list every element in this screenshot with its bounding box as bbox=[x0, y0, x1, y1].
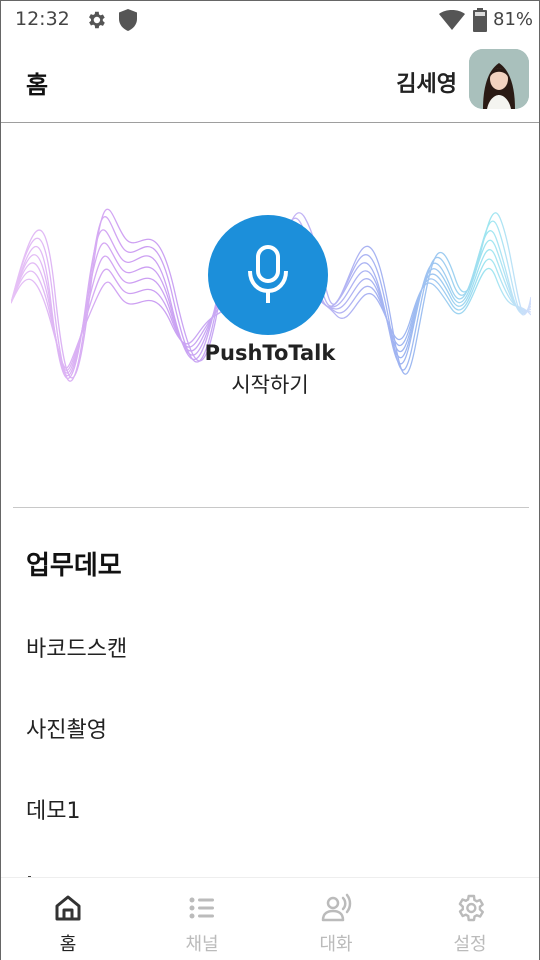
gear-icon bbox=[458, 894, 484, 922]
user-name: 김세영 bbox=[396, 72, 457, 97]
nav-label-settings: 설정 bbox=[453, 934, 487, 955]
push-to-talk-button[interactable] bbox=[208, 215, 328, 335]
battery-icon bbox=[473, 8, 487, 32]
nav-item-home[interactable]: 홈 bbox=[1, 878, 135, 960]
nav-label-conversation: 대화 bbox=[319, 934, 353, 955]
menu-item-demo1[interactable]: 데모1 bbox=[26, 793, 80, 825]
menu-item-barcode-scan[interactable]: 바코드스캔 bbox=[26, 631, 127, 663]
shield-icon bbox=[119, 9, 137, 31]
menu-item-photo-capture[interactable]: 사진촬영 bbox=[26, 712, 107, 744]
status-bar: 12:32 81% bbox=[1, 1, 539, 39]
bottom-nav: 홈 채널 대화 설정 bbox=[1, 877, 539, 960]
nav-item-settings[interactable]: 설정 bbox=[403, 878, 537, 960]
settings-gear-icon bbox=[89, 11, 105, 29]
nav-label-channel: 채널 bbox=[185, 934, 219, 955]
home-icon bbox=[55, 895, 81, 921]
microphone-icon bbox=[248, 245, 288, 303]
nav-item-conversation[interactable]: 대화 bbox=[269, 878, 403, 960]
wifi-icon bbox=[439, 10, 465, 30]
nav-item-channel[interactable]: 채널 bbox=[135, 878, 269, 960]
section-title: 업무데모 bbox=[26, 551, 122, 581]
section-divider bbox=[13, 507, 529, 508]
app-bar: 홈 김세영 bbox=[1, 39, 539, 123]
push-to-talk-hero: PushToTalk 시작하기 bbox=[1, 123, 539, 507]
list-icon bbox=[189, 897, 214, 919]
page-title: 홈 bbox=[26, 71, 49, 99]
battery-percent: 81% bbox=[493, 9, 534, 30]
avatar-photo bbox=[469, 49, 529, 109]
status-time: 12:32 bbox=[15, 8, 70, 30]
push-to-talk-sublabel: 시작하기 bbox=[231, 373, 309, 397]
nav-label-home: 홈 bbox=[59, 934, 77, 955]
push-to-talk-label: PushToTalk bbox=[204, 341, 336, 365]
avatar[interactable] bbox=[469, 49, 529, 109]
person-voice-icon bbox=[321, 893, 352, 922]
